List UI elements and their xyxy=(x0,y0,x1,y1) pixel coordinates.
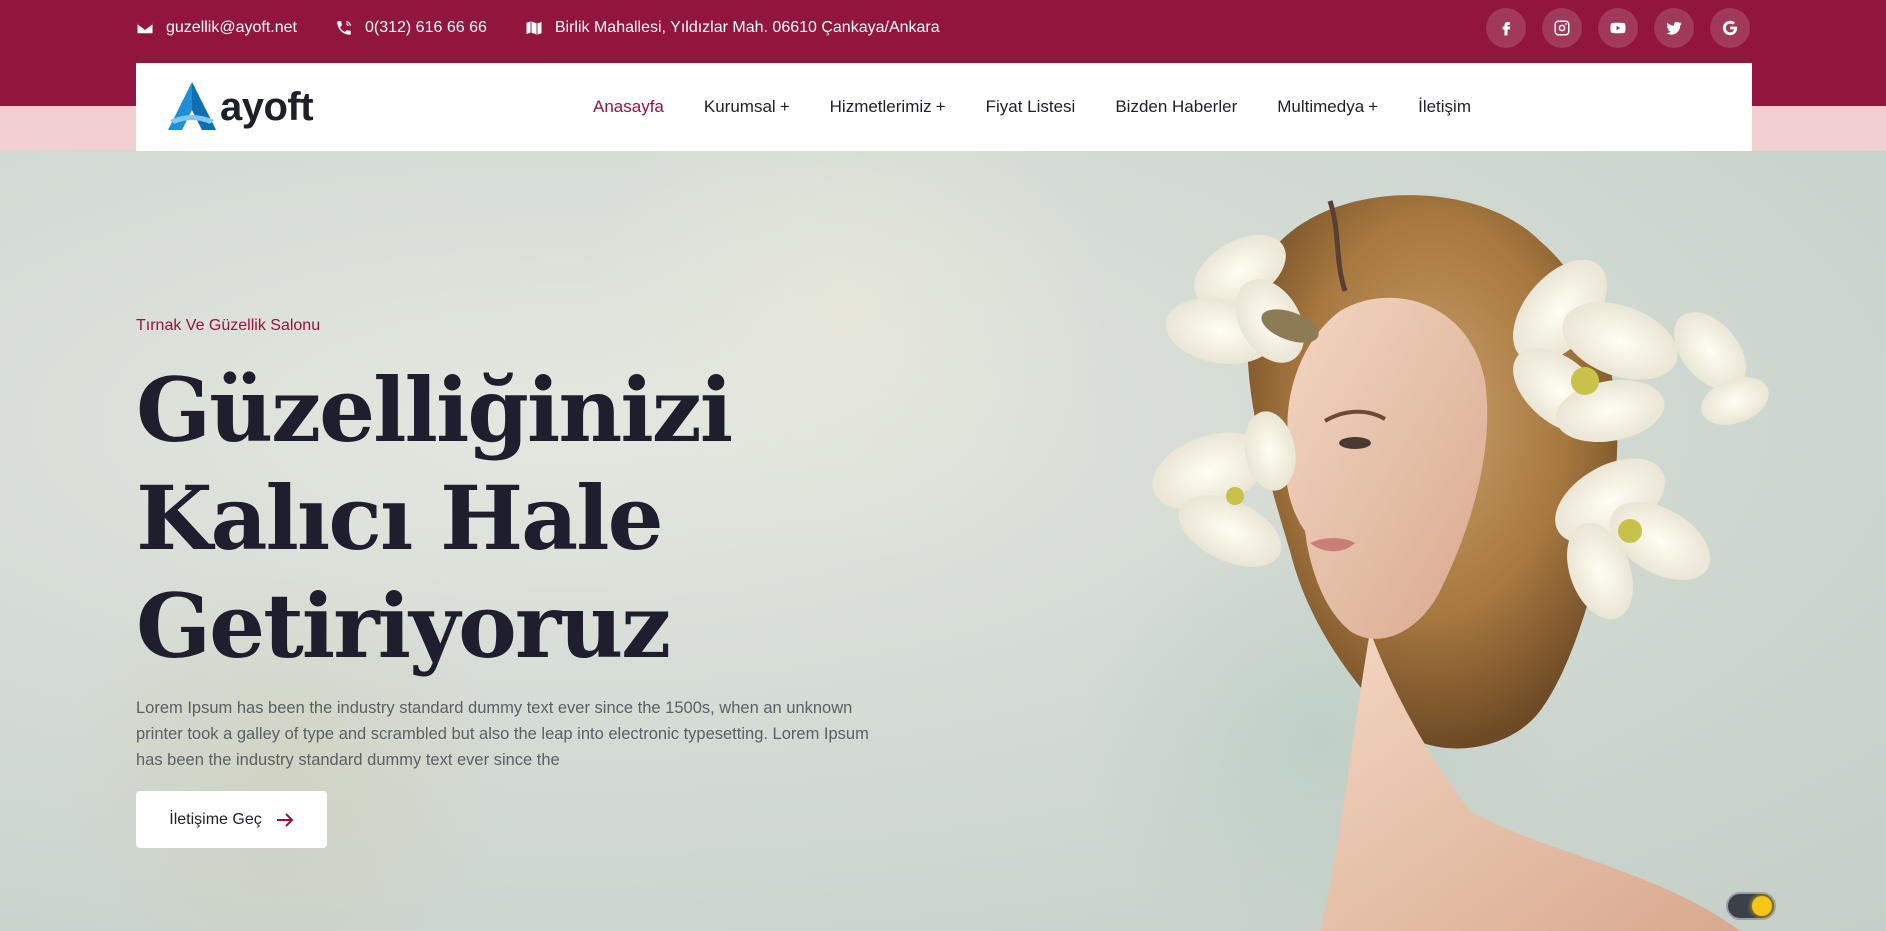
theme-toggle[interactable] xyxy=(1726,892,1776,920)
twitter-icon[interactable] xyxy=(1654,8,1694,48)
sun-icon xyxy=(1752,896,1772,916)
main-navbar: ayoft Anasayfa Kurumsal + Hizmetlerimiz + … xyxy=(136,63,1752,151)
brand-name: ayoft xyxy=(220,84,314,129)
contact-phone-text: 0(312) 616 66 66 xyxy=(364,18,487,36)
hero-headline-line: Kalıcı Hale xyxy=(136,466,664,570)
nav-menu: Anasayfa Kurumsal + Hizmetlerimiz + Fiyat … xyxy=(593,63,1471,151)
nav-item-hizmetlerimiz[interactable]: Hizmetlerimiz + xyxy=(830,97,946,117)
nav-item-kurumsal[interactable]: Kurumsal + xyxy=(704,97,790,117)
contact-address[interactable]: Birlik Mahallesi, Yıldızlar Mah. 06610 Ç… xyxy=(525,19,940,37)
contact-bar: guzellik@ayoft.net 0(312) 616 66 66 Birl… xyxy=(136,0,940,55)
contact-cta-button[interactable]: İletişime Geç xyxy=(136,791,327,848)
phone-icon xyxy=(337,20,351,35)
submenu-plus-icon: + xyxy=(1368,97,1379,116)
nav-label: İletişim xyxy=(1418,97,1471,116)
hero-headline: Güzelliğinizi Kalıcı Hale Getiriyoruz xyxy=(136,356,756,680)
google-icon[interactable] xyxy=(1710,8,1750,48)
social-links xyxy=(1486,8,1750,48)
hero-description: Lorem Ipsum has been the industry standa… xyxy=(136,699,869,769)
nav-label: Kurumsal xyxy=(703,97,776,116)
submenu-plus-icon: + xyxy=(779,97,790,116)
cta-label: İletişime Geç xyxy=(169,810,262,828)
facebook-icon[interactable] xyxy=(1486,8,1526,48)
hero-eyebrow: Tırnak Ve Güzellik Salonu xyxy=(136,317,321,334)
youtube-icon[interactable] xyxy=(1598,8,1638,48)
submenu-plus-icon: + xyxy=(935,97,946,116)
nav-label: Anasayfa xyxy=(593,97,664,116)
hero-section: Tırnak Ve Güzellik Salonu Güzelliğinizi … xyxy=(0,151,1886,931)
envelope-icon xyxy=(137,22,153,33)
contact-email[interactable]: guzellik@ayoft.net xyxy=(136,19,297,37)
nav-item-anasayfa[interactable]: Anasayfa xyxy=(593,97,664,117)
nav-item-multimedya[interactable]: Multimedya + xyxy=(1277,97,1378,117)
nav-item-iletisim[interactable]: İletişim xyxy=(1418,97,1471,117)
nav-label: Fiyat Listesi xyxy=(985,97,1076,116)
brand-logo[interactable]: ayoft xyxy=(164,80,314,134)
nav-label: Multimedya xyxy=(1277,97,1365,116)
nav-item-fiyat-listesi[interactable]: Fiyat Listesi xyxy=(986,97,1076,117)
logo-triangle-icon xyxy=(168,82,216,130)
instagram-icon[interactable] xyxy=(1542,8,1582,48)
nav-label: Bizden Haberler xyxy=(1115,97,1238,116)
contact-address-text: Birlik Mahallesi, Yıldızlar Mah. 06610 Ç… xyxy=(554,18,940,36)
contact-email-text: guzellik@ayoft.net xyxy=(166,18,297,36)
hero-headline-line: Getiriyoruz xyxy=(136,574,671,678)
nav-item-bizden-haberler[interactable]: Bizden Haberler xyxy=(1115,97,1237,117)
arrow-right-icon xyxy=(276,812,294,827)
contact-phone[interactable]: 0(312) 616 66 66 xyxy=(335,19,487,37)
hero-portrait-image xyxy=(1152,195,1769,931)
hero-headline-line: Güzelliğinizi xyxy=(136,358,733,462)
map-icon xyxy=(526,20,542,35)
nav-label: Hizmetlerimiz xyxy=(829,97,932,116)
